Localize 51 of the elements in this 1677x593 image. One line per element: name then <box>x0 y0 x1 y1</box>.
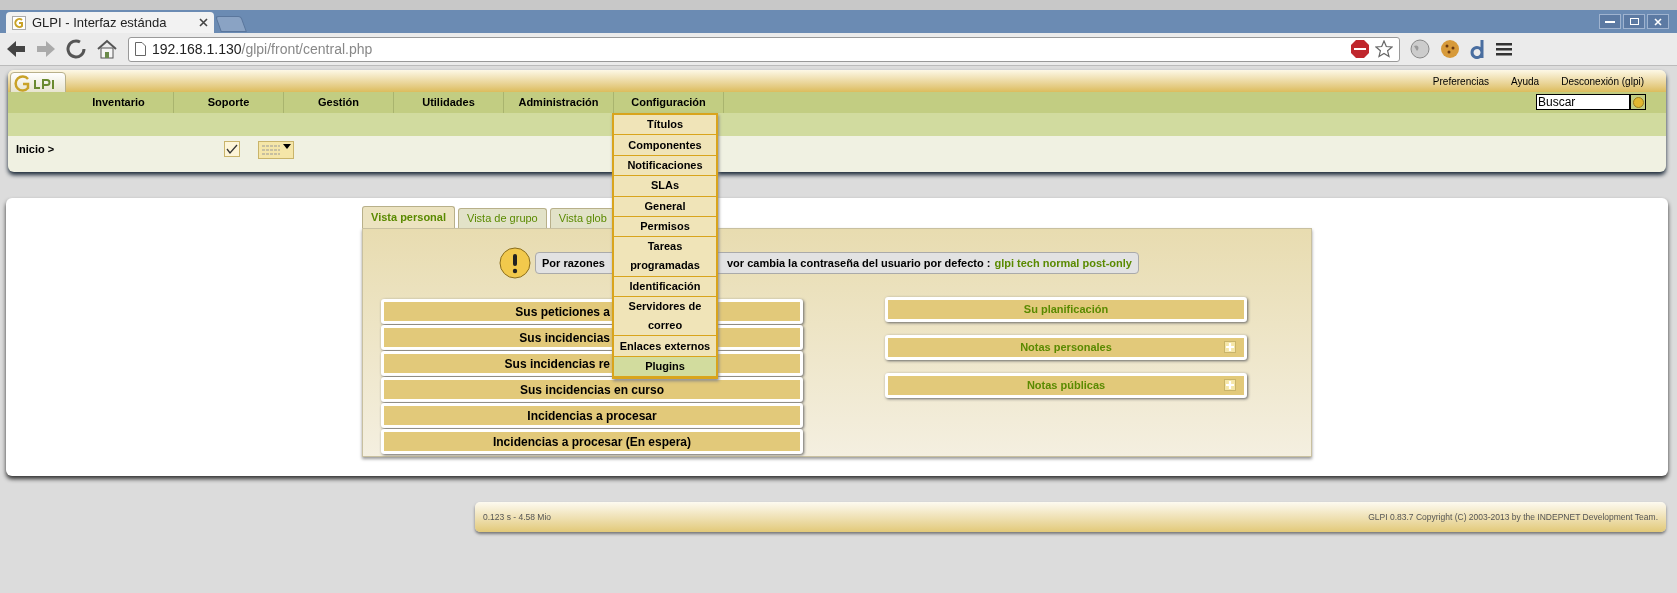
panel-header[interactable]: Incidencias a procesar (En espera) <box>381 429 803 454</box>
dropdown-item[interactable]: Componentes <box>614 135 716 156</box>
menu-item[interactable]: Gestión <box>318 94 359 111</box>
url-text: 192.168.1.130/glpi/front/central.php <box>152 39 374 59</box>
breadcrumb[interactable]: Inicio > <box>16 141 224 158</box>
menu-item[interactable]: Utilidades <box>422 94 475 111</box>
header-link[interactable]: Ayuda <box>1511 74 1540 89</box>
checkmark-icon[interactable] <box>224 141 240 157</box>
menu-icon[interactable] <box>1496 41 1512 57</box>
tab-title: GLPI - Interfaz estánda <box>32 13 168 32</box>
dropdown-item[interactable]: Tareas programadas <box>614 237 716 277</box>
cookie-icon[interactable] <box>1440 39 1460 59</box>
header-link[interactable]: Desconexión (glpi) <box>1561 74 1644 89</box>
back-icon[interactable] <box>6 40 26 58</box>
page-icon <box>135 42 146 56</box>
minimize-button[interactable] <box>1599 14 1621 29</box>
adblock-icon[interactable] <box>1351 40 1369 58</box>
dropdown-item[interactable]: SLAs <box>614 176 716 197</box>
warning-icon <box>499 247 531 279</box>
extension-icon[interactable] <box>1470 39 1486 59</box>
globe-icon[interactable] <box>1410 39 1430 59</box>
close-icon <box>1654 17 1662 26</box>
dropdown-item[interactable]: Identificación <box>614 276 716 297</box>
menu-item[interactable]: Soporte <box>207 94 250 111</box>
close-icon[interactable] <box>199 18 208 27</box>
search-button[interactable] <box>1630 94 1646 110</box>
search-field[interactable]: Buscar <box>1536 94 1630 110</box>
glpi-favicon-icon <box>12 15 26 30</box>
dropdown-item[interactable]: Notificaciones <box>614 155 716 177</box>
close-window-button[interactable] <box>1647 14 1669 29</box>
menu-item[interactable]: Inventario <box>92 94 145 111</box>
copyright-text: GLPI 0.83.7 Copyright (C) 2003-2013 by the INDEPNET Development Team. <box>1368 510 1658 524</box>
star-icon[interactable] <box>1375 40 1393 58</box>
address-bar[interactable]: 192.168.1.130/glpi/front/central.php <box>128 36 1400 62</box>
reload-icon[interactable] <box>66 39 86 59</box>
dropdown-item[interactable]: Permisos <box>614 216 716 238</box>
browser-tab[interactable]: GLPI - Interfaz estánda <box>6 12 214 33</box>
header-link[interactable]: Preferencias <box>1432 74 1489 89</box>
panel-header[interactable]: Sus incidencias en curso <box>381 377 803 402</box>
home-icon[interactable] <box>96 39 118 59</box>
dropdown-item[interactable]: Enlaces externos <box>614 336 716 357</box>
menu-item[interactable]: Configuración <box>631 94 706 111</box>
menu-item[interactable]: Administración <box>518 94 599 111</box>
execution-time: 0.123 s - 4.58 Mio <box>483 510 552 524</box>
dropdown-item[interactable]: Servidores de correo <box>614 297 716 337</box>
restore-button[interactable] <box>1623 14 1645 29</box>
dropdown-item[interactable]: General <box>614 196 716 217</box>
dropdown-item[interactable]: Plugins <box>614 356 716 378</box>
dropdown-item[interactable]: Títulos <box>614 115 716 136</box>
panel-header[interactable]: Incidencias a procesar <box>381 403 803 428</box>
list-dropdown-icon[interactable] <box>258 141 294 159</box>
